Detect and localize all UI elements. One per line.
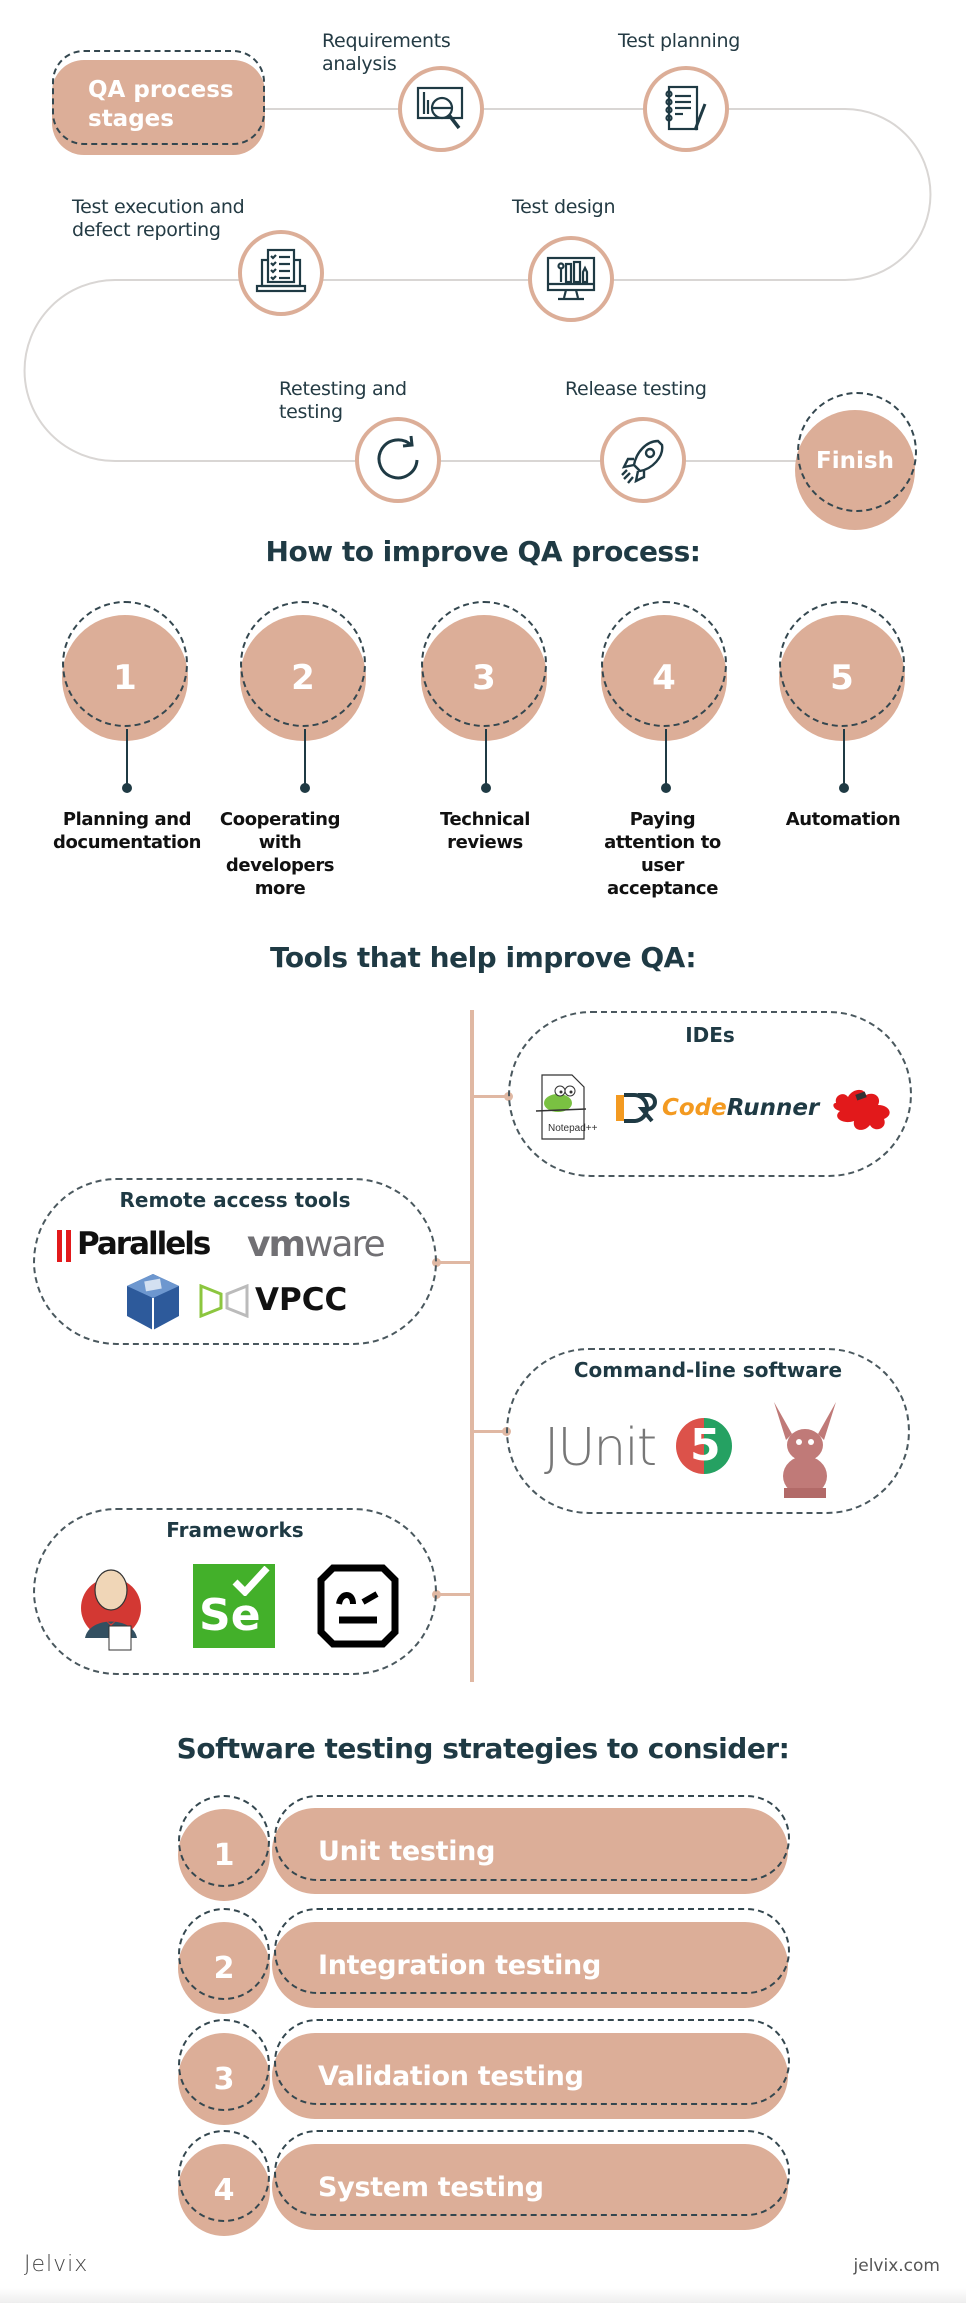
robot-framework-logo: [317, 1564, 399, 1648]
parallels-logo: Parallels: [57, 1226, 235, 1266]
improve-label: Technical reviews: [440, 809, 530, 853]
gargoyle-logo: [770, 1400, 840, 1500]
strategy-pill-outline: [274, 2130, 790, 2216]
improve-label: Automation: [785, 809, 901, 830]
vmware-logo: vmware: [247, 1224, 427, 1266]
selenium-text: Se: [199, 1590, 261, 1641]
junit-number: 5: [690, 1420, 721, 1471]
notepad-text: Notepad++: [548, 1123, 598, 1134]
improve-stem-dot: [481, 783, 491, 793]
magnifier-chart-icon: [416, 86, 464, 130]
strategy-number-outline: [178, 1795, 270, 1887]
improve-stem: [843, 729, 845, 787]
stage-release: [600, 417, 686, 503]
parallels-text: Parallels: [77, 1226, 211, 1262]
stage-label-planning: Test planning: [618, 30, 741, 52]
refresh-icon: [377, 435, 419, 480]
junit-text: JUnit: [544, 1418, 657, 1478]
improve-stem: [304, 729, 306, 787]
monitor-design-icon: [546, 256, 596, 301]
strategy-pill-outline: [274, 1908, 790, 1994]
strategies-title: Software testing strategies to consider:: [176, 1732, 790, 1765]
tool-group-ides: IDEs Notepad++ CodeRunner: [508, 1011, 912, 1177]
tools-title: Tools that help improve QA:: [269, 941, 697, 974]
vpcc-text: VPCC: [255, 1282, 348, 1318]
junit5-logo: JUnit 5: [544, 1418, 734, 1480]
stage-design: [528, 236, 614, 322]
improve-stem: [665, 729, 667, 787]
strategy-pill-outline: [274, 1795, 790, 1881]
stage-execution: [238, 230, 324, 316]
improve-stem-dot: [839, 783, 849, 793]
improve-stem: [126, 729, 128, 787]
vpcc-logo: VPCC: [199, 1282, 359, 1322]
selenium-logo: Se: [193, 1564, 275, 1648]
tool-group-title: IDEs: [685, 1023, 735, 1047]
footer-site-link[interactable]: jelvix.com: [854, 2256, 940, 2276]
vmware-vm: vm: [247, 1224, 306, 1265]
improve-number-outline: [421, 601, 547, 727]
footer-shade: [0, 2288, 966, 2303]
strategy-number-outline: [178, 2130, 270, 2222]
improve-stem-dot: [122, 783, 132, 793]
improve-number-outline: [62, 601, 188, 727]
improve-number-outline: [240, 601, 366, 727]
improve-label: Paying attention to user acceptance: [604, 809, 721, 899]
stage-requirements: [398, 66, 484, 152]
connector-command-line: [472, 1430, 506, 1433]
improve-number-outline: [779, 601, 905, 727]
laptop-checklist-icon: [255, 248, 307, 293]
tool-group-title: Command-line software: [573, 1358, 843, 1382]
puzzle-ide-logo: [830, 1085, 896, 1133]
stage-label-design: Test design: [512, 196, 616, 218]
coderunner-code: Code: [662, 1095, 727, 1121]
connector-remote: [436, 1261, 472, 1264]
tool-group-remote-access: Remote access tools Parallels vmware VPC…: [33, 1178, 437, 1345]
coderunner-logo: CodeRunner: [616, 1093, 819, 1125]
improve-stem: [485, 729, 487, 787]
tool-group-frameworks: Frameworks Se: [33, 1508, 437, 1675]
improve-label: Cooperating with developers more: [219, 809, 341, 899]
tool-group-command-line: Command-line software JUnit 5: [506, 1348, 910, 1514]
improve-number-outline: [601, 601, 727, 727]
tools-timeline: [470, 1010, 474, 1682]
stage-planning: [643, 66, 729, 152]
rocket-icon: [621, 439, 664, 484]
strategy-number-outline: [178, 2019, 270, 2111]
start-label: QA process stages: [88, 77, 234, 132]
virtualbox-logo: [125, 1272, 181, 1334]
notebook-pencil-icon: [665, 85, 707, 131]
tool-group-title: Frameworks: [166, 1518, 304, 1542]
coderunner-runner: Runner: [726, 1095, 820, 1121]
improve-stem-dot: [300, 783, 310, 793]
jenkins-logo: [79, 1560, 149, 1652]
connector-ides: [472, 1095, 508, 1098]
stage-retesting: [355, 417, 441, 503]
improve-label: Planning and documentation: [52, 809, 202, 853]
stage-label-release: Release testing: [565, 378, 707, 400]
connector-frameworks: [436, 1593, 472, 1596]
finish-label: Finish: [816, 448, 894, 474]
tool-group-title: Remote access tools: [119, 1188, 351, 1212]
strategy-number-outline: [178, 1908, 270, 2000]
footer-brand: Jelvix: [24, 2252, 89, 2277]
notepad-logo: Notepad++: [534, 1073, 598, 1141]
strategy-pill-outline: [274, 2019, 790, 2105]
improve-title: How to improve QA process:: [265, 535, 701, 568]
vmware-ware: ware: [303, 1224, 386, 1265]
improve-stem-dot: [661, 783, 671, 793]
